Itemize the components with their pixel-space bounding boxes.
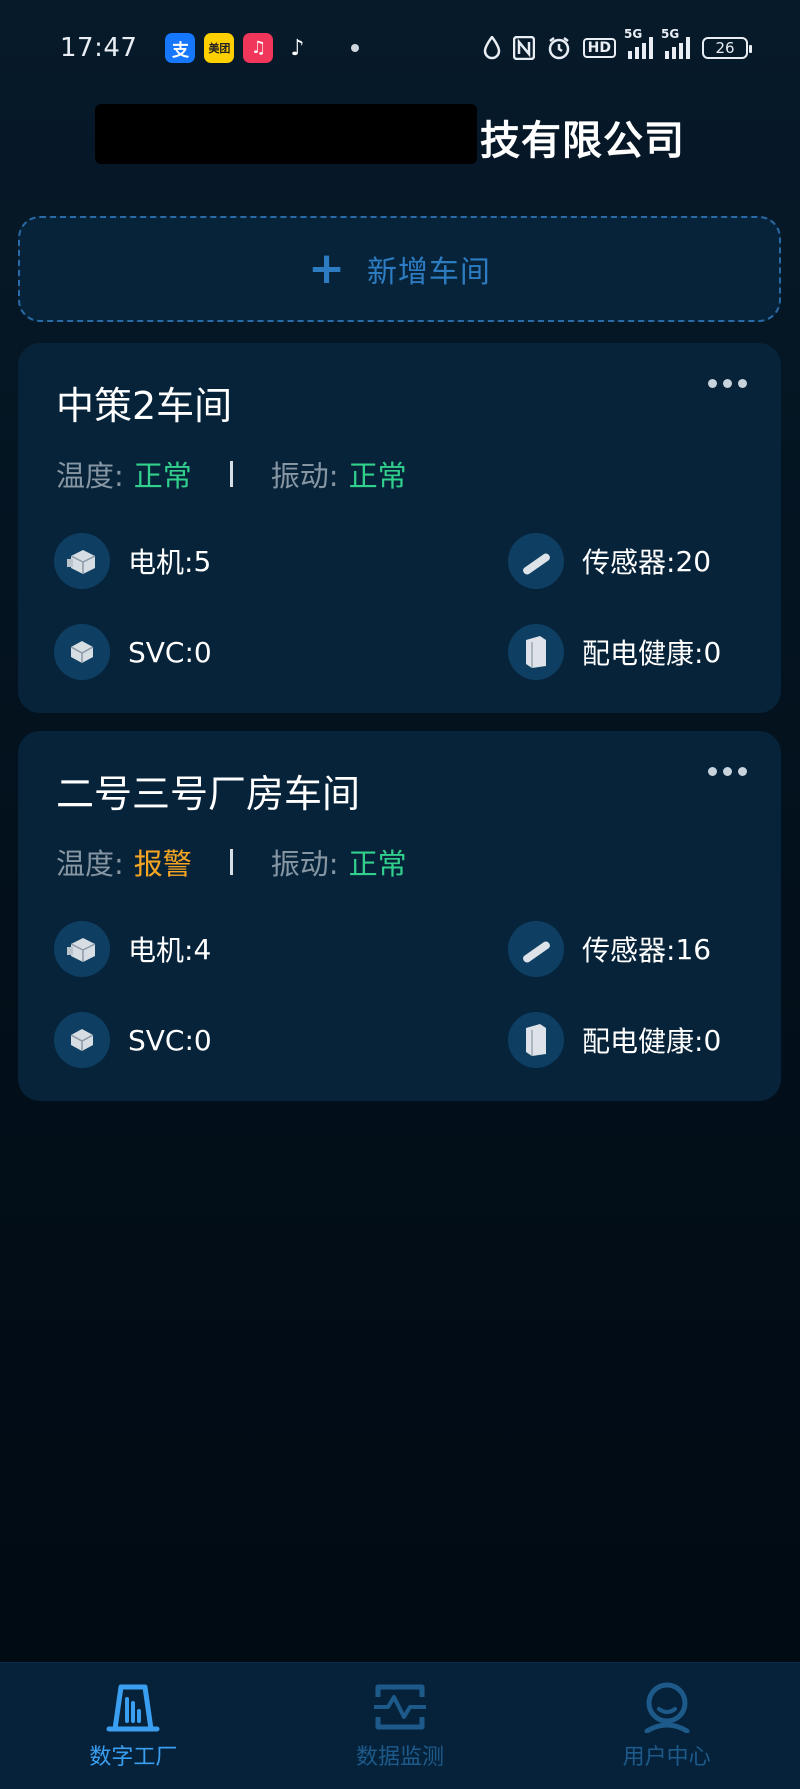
page-title: 技有限公司 — [480, 118, 685, 164]
temperature-status: 正常 — [133, 459, 192, 493]
status-indicators: HD 5G 5G 26 — [483, 27, 752, 60]
device-svc: SVC: 0 — [54, 1012, 212, 1068]
device-power-health: 配电健康: 0 — [508, 1012, 721, 1068]
workshop-card[interactable]: 中策2车间 温度: 正常 振动: 正常 电机: 5 传感器: 20 SVC: 0 — [18, 343, 781, 713]
vibration-label: 振动: — [270, 847, 339, 881]
add-workshop-label: 新增车间 — [366, 255, 491, 290]
temperature-label: 温度: — [56, 847, 124, 881]
sensor-label: 传感器: — [582, 934, 676, 967]
motor-count: 4 — [193, 932, 212, 966]
vibration-status: 正常 — [348, 459, 407, 493]
more-options-icon[interactable] — [708, 767, 747, 776]
user-icon — [644, 1682, 690, 1733]
sensor-icon — [508, 533, 564, 589]
motor-icon — [54, 533, 110, 589]
company-name-redacted — [95, 104, 477, 164]
device-sensor: 传感器: 16 — [508, 921, 711, 977]
status-time: 17:47 — [60, 33, 138, 63]
tab-data-monitoring[interactable]: 数据监测 — [267, 1663, 534, 1789]
device-power-health: 配电健康: 0 — [508, 624, 721, 680]
device-sensor: 传感器: 20 — [508, 533, 711, 589]
workshop-name: 中策2车间 — [56, 384, 233, 428]
workshop-status-row: 温度: 报警 振动: 正常 — [56, 841, 407, 883]
bottom-nav: 数字工厂 数据监测 用户中心 — [0, 1662, 800, 1789]
workshop-card[interactable]: 二号三号厂房车间 温度: 报警 振动: 正常 电机: 4 传感器: 16 SVC… — [18, 731, 781, 1101]
tab-user-center[interactable]: 用户中心 — [533, 1663, 800, 1789]
tiktok-icon: ♪ — [290, 35, 305, 61]
factory-icon — [106, 1684, 160, 1732]
sensor-icon — [508, 921, 564, 977]
signal-5g-icon: 5G — [624, 27, 653, 59]
signal-5g-label: 5G — [624, 27, 643, 41]
tab-digital-factory[interactable]: 数字工厂 — [0, 1663, 267, 1789]
sensor-count: 20 — [675, 544, 712, 578]
nfc-icon — [512, 36, 535, 60]
motor-label: 电机: — [128, 546, 194, 579]
signal-5g-label-2: 5G — [661, 27, 680, 41]
more-notifications-dot-icon — [351, 44, 360, 52]
temperature-status: 报警 — [133, 847, 192, 881]
hd-voice-icon: HD — [582, 38, 616, 58]
vibration-label: 振动: — [270, 459, 339, 493]
monitor-icon — [374, 1684, 426, 1730]
power-health-label: 配电健康: — [582, 1025, 704, 1058]
device-svc: SVC: 0 — [54, 624, 212, 680]
svc-count: 0 — [193, 635, 212, 669]
power-health-count: 0 — [703, 635, 722, 669]
plus-icon: + — [308, 243, 345, 294]
temperature-label: 温度: — [56, 459, 124, 493]
meituan-icon: 美团 — [204, 33, 235, 63]
sensor-label: 传感器: — [582, 546, 676, 579]
svc-icon — [54, 624, 110, 680]
tab-label: 用户中心 — [622, 1745, 711, 1770]
motor-label: 电机: — [128, 934, 194, 967]
svc-label: SVC: — [128, 1023, 194, 1057]
divider — [229, 461, 233, 487]
battery-level: 26 — [715, 39, 735, 57]
svc-label: SVC: — [128, 635, 194, 669]
screen: 17:47 支 美团 ♫ ♪ HD 5G 5G 26 技有限公司 + 新增车间 … — [0, 0, 800, 1789]
status-bar: 17:47 支 美团 ♫ ♪ HD 5G 5G 26 — [0, 0, 800, 96]
more-options-icon[interactable] — [708, 379, 747, 388]
water-drop-icon — [483, 36, 500, 60]
tab-label: 数据监测 — [356, 1745, 445, 1770]
add-workshop-button[interactable]: + 新增车间 — [18, 216, 781, 322]
tab-label: 数字工厂 — [89, 1745, 178, 1770]
divider — [229, 849, 233, 875]
motor-count: 5 — [193, 544, 212, 578]
device-motor: 电机: 5 — [54, 533, 211, 589]
power-health-count: 0 — [703, 1023, 722, 1057]
vibration-status: 正常 — [348, 847, 407, 881]
music-icon: ♫ — [243, 33, 274, 63]
svc-count: 0 — [193, 1023, 212, 1057]
workshop-name: 二号三号厂房车间 — [56, 772, 361, 816]
motor-icon — [54, 921, 110, 977]
device-motor: 电机: 4 — [54, 921, 211, 977]
svc-icon — [54, 1012, 110, 1068]
battery-icon: 26 — [702, 37, 752, 59]
power-health-label: 配电健康: — [582, 637, 704, 670]
signal-5g-icon-2: 5G — [661, 27, 690, 59]
workshop-status-row: 温度: 正常 振动: 正常 — [56, 453, 407, 495]
power-cabinet-icon — [508, 624, 564, 680]
alipay-icon: 支 — [165, 33, 196, 63]
alarm-clock-icon — [548, 37, 569, 60]
sensor-count: 16 — [675, 932, 712, 966]
power-cabinet-icon — [508, 1012, 564, 1068]
